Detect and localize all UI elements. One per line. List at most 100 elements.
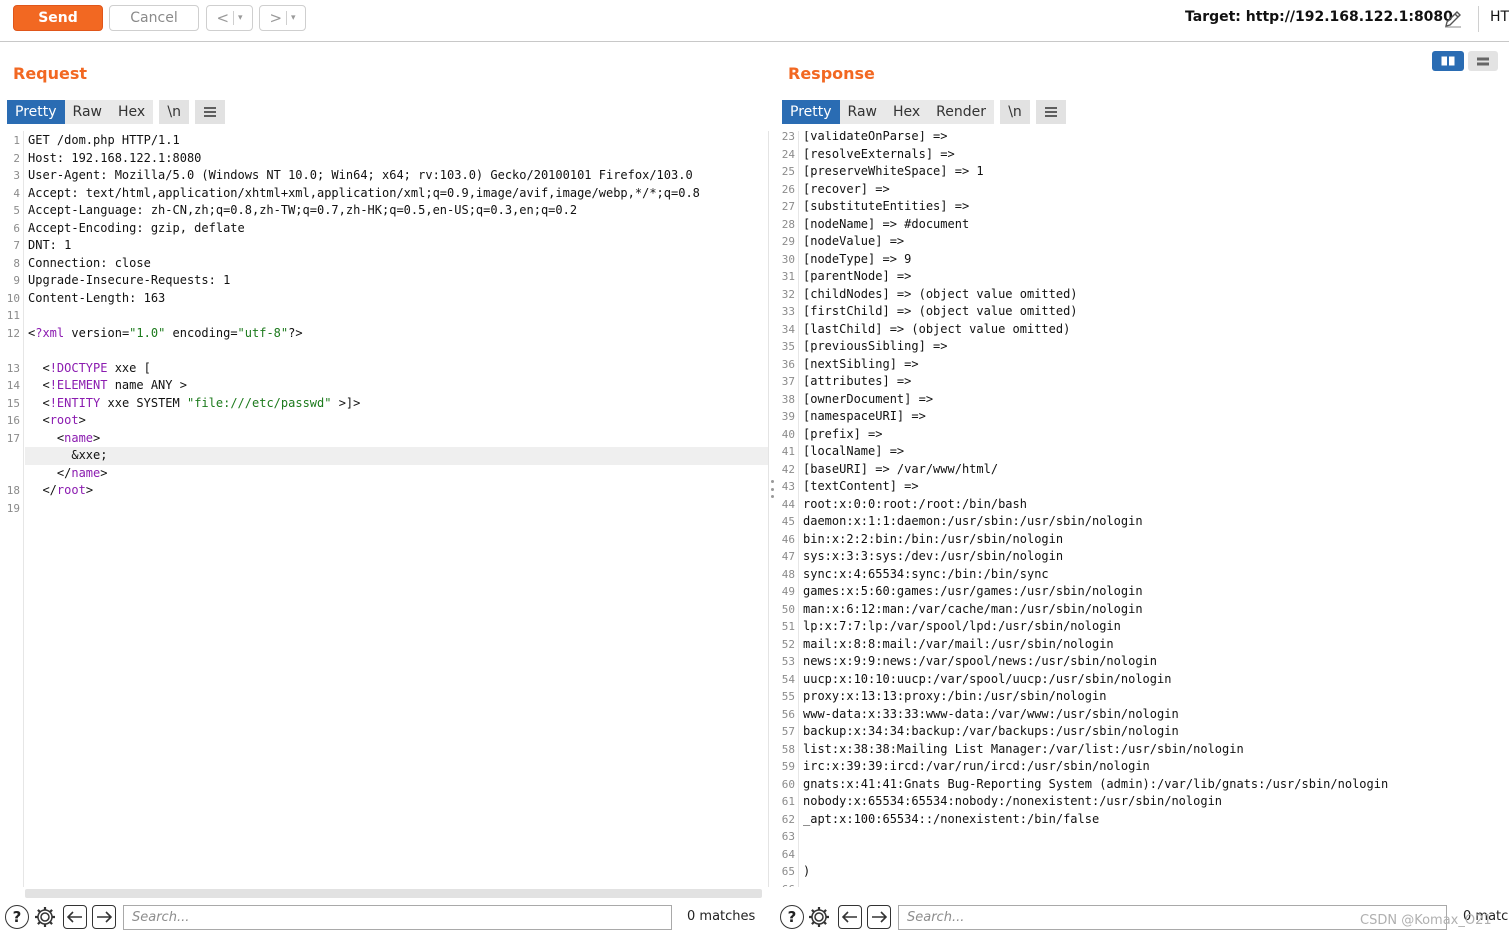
gear-icon[interactable] — [807, 905, 831, 929]
code-line: 59 irc:x:39:39:ircd:/var/run/ircd:/usr/sb… — [775, 758, 1509, 776]
code-line: 57 backup:x:34:34:backup:/var/backups:/us… — [775, 723, 1509, 741]
line-number: 9 — [13, 274, 20, 287]
code-line: 65) — [775, 863, 1509, 881]
line-number: 53 — [781, 655, 795, 668]
line-text: ) — [803, 864, 811, 878]
line-text: <!ENTITY xxe SYSTEM "file:///etc/passwd"… — [28, 395, 361, 410]
layout-stacked-icon[interactable] — [1468, 51, 1498, 71]
request-search-input[interactable]: Search... — [123, 905, 672, 930]
gear-icon[interactable] — [33, 905, 57, 929]
line-text: </name> — [28, 465, 108, 480]
line-text: Upgrade-Insecure-Requests: 1 — [28, 273, 231, 287]
line-number: 58 — [781, 742, 795, 756]
newline-toggle-button[interactable]: \n — [159, 100, 190, 124]
line-text: [nextSibling] => — [803, 356, 919, 371]
line-text: Host: 192.168.122.1:8080 — [28, 150, 202, 165]
panel-splitter-handle[interactable] — [770, 480, 774, 498]
line-text: DNT: 1 — [28, 238, 72, 252]
request-view-tabs: Pretty Raw Hex \n — [7, 100, 226, 124]
tab-pretty[interactable]: Pretty — [7, 100, 65, 124]
line-text: uucp:x:10:10:uucp:/var/spool/uucp:/usr/s… — [803, 671, 1172, 686]
response-editor[interactable]: 23 [validateOnParse] => 24 [resolveExternal… — [775, 131, 1509, 887]
layout-split-icon[interactable] — [1432, 51, 1464, 71]
line-text: [childNodes] => (object value omitted) — [803, 286, 1078, 301]
code-line: 33 [firstChild] => (object value omitted) — [775, 303, 1509, 321]
line-number: 28 — [781, 217, 795, 231]
code-line: 9 Upgrade-Insecure-Requests: 1 — [0, 272, 768, 290]
menu-icon[interactable] — [195, 100, 226, 124]
dropdown-arrow-icon[interactable]: ▾ — [238, 13, 243, 23]
line-text: nobody:x:65534:65534:nobody:/nonexistent… — [803, 794, 1223, 808]
help-icon[interactable]: ? — [780, 905, 804, 929]
code-line: 55 proxy:x:13:13:proxy:/bin:/usr/sbin/nol… — [775, 688, 1509, 706]
code-line: 49 games:x:5:60:games:/usr/games:/usr/sbi… — [775, 583, 1509, 601]
arrow-right-icon[interactable] — [92, 905, 116, 929]
dropdown-arrow-icon[interactable]: ▾ — [291, 13, 296, 23]
history-forward-button[interactable]: > ▾ — [259, 5, 306, 31]
line-number: 11 — [6, 309, 20, 322]
tab-hex[interactable]: Hex — [109, 100, 154, 124]
code-line: 38 [ownerDocument] => — [775, 391, 1509, 409]
line-number: 5 — [13, 204, 20, 217]
arrow-right-icon[interactable] — [867, 905, 891, 929]
tab-raw[interactable]: Raw — [64, 100, 110, 124]
cancel-button[interactable]: Cancel — [109, 5, 199, 31]
line-number: 45 — [781, 515, 795, 528]
line-number: 60 — [781, 777, 795, 791]
line-text: GET /dom.php HTTP/1.1 — [28, 133, 180, 147]
line-text: bin:x:2:2:bin:/bin:/usr/sbin/nologin — [803, 531, 1064, 546]
line-text: [attributes] => — [803, 374, 912, 388]
line-number: 13 — [6, 361, 20, 375]
tab-pretty[interactable]: Pretty — [782, 100, 840, 124]
code-line: 27 [substituteEntities] => — [775, 198, 1509, 216]
code-line: 15 <!ENTITY xxe SYSTEM "file:///etc/pass… — [0, 395, 768, 413]
line-number: 35 — [781, 340, 795, 353]
line-text: Content-Length: 163 — [28, 290, 166, 305]
line-number: 46 — [781, 532, 795, 546]
code-line: 40 [prefix] => — [775, 426, 1509, 444]
code-line: 60 gnats:x:41:41:Gnats Bug-Reporting Syst… — [775, 776, 1509, 794]
line-number: 54 — [781, 672, 795, 686]
chevron-right-icon: > — [269, 9, 283, 27]
code-line: 16 <root> — [0, 412, 768, 430]
tab-raw[interactable]: Raw — [839, 100, 885, 124]
watermark: CSDN @Komax_O21 — [1360, 913, 1492, 928]
line-text: list:x:38:38:Mailing List Manager:/var/l… — [803, 741, 1244, 756]
line-text: [textContent] => — [803, 479, 919, 493]
arrow-left-icon[interactable] — [838, 905, 862, 929]
code-line: 14 <!ELEMENT name ANY > — [0, 377, 768, 395]
menu-icon[interactable] — [1036, 100, 1067, 124]
newline-toggle-button[interactable]: \n — [1000, 100, 1031, 124]
code-line: 11 — [0, 307, 768, 325]
history-back-button[interactable]: < ▾ — [206, 5, 253, 31]
code-line: 25 [preserveWhiteSpace] => 1 — [775, 163, 1509, 181]
line-text: <name> — [28, 430, 101, 445]
line-text: lp:x:7:7:lp:/var/spool/lpd:/usr/sbin/nol… — [803, 619, 1121, 633]
tab-hex[interactable]: Hex — [884, 100, 929, 124]
line-text: [recover] => — [803, 181, 890, 196]
code-line: 34 [lastChild] => (object value omitted) — [775, 321, 1509, 339]
code-line: 10 Content-Length: 163 — [0, 290, 768, 308]
line-text: Connection: close — [28, 255, 151, 270]
line-number: 14 — [6, 379, 20, 392]
line-text: [resolveExternals] => — [803, 146, 955, 161]
horizontal-scrollbar[interactable] — [25, 889, 762, 898]
line-text: <!DOCTYPE xxe [ — [28, 360, 151, 375]
code-line: 51 lp:x:7:7:lp:/var/spool/lpd:/usr/sbin/n… — [775, 618, 1509, 636]
line-number: 32 — [781, 287, 795, 301]
line-number: 57 — [781, 725, 795, 738]
tab-render[interactable]: Render — [928, 100, 995, 124]
pencil-icon[interactable] — [1442, 8, 1464, 30]
http-version-label[interactable]: HT — [1490, 9, 1509, 25]
code-line: 7 DNT: 1 — [0, 237, 768, 255]
code-line: 42 [baseURI] => /var/www/html/ — [775, 461, 1509, 479]
line-number: 44 — [781, 497, 795, 511]
arrow-left-icon[interactable] — [63, 905, 87, 929]
line-number: 55 — [781, 690, 795, 703]
request-editor[interactable]: 1 GET /dom.php HTTP/1.1 2 Host: 192.168.122… — [0, 131, 769, 887]
line-text: sys:x:3:3:sys:/dev:/usr/sbin/nologin — [803, 549, 1064, 563]
send-button[interactable]: Send — [13, 5, 103, 31]
help-icon[interactable]: ? — [5, 905, 29, 929]
line-text: Accept: text/html,application/xhtml+xml,… — [28, 185, 700, 200]
line-number: 37 — [781, 375, 795, 388]
